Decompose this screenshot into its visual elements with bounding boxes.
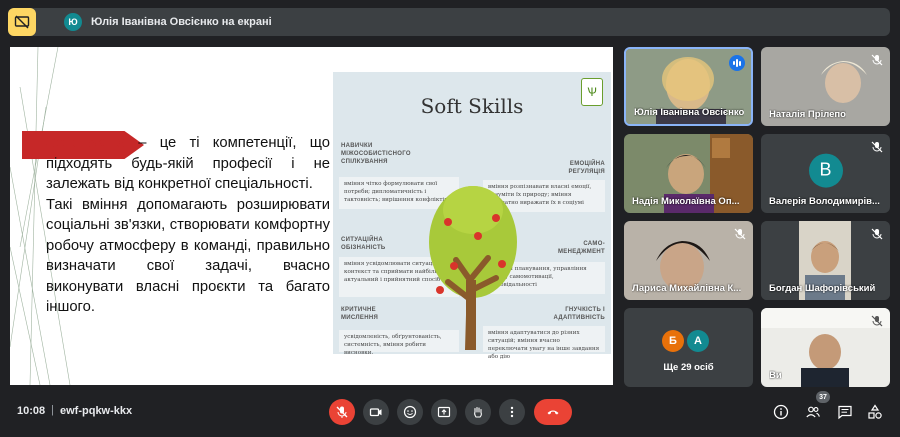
mic-off-icon	[871, 141, 883, 153]
activities-button[interactable]	[866, 403, 884, 421]
more-avatar-2: А	[687, 330, 709, 352]
presentation-bar: Ю Юлія Іванівна Овсієнко на екрані	[8, 8, 890, 36]
more-avatars: Б А	[662, 330, 712, 352]
section-head-5: Само-менеджмент	[557, 241, 605, 255]
camera-toggle-button[interactable]	[363, 399, 389, 425]
section-head-6: Гнучкість і адаптивність	[553, 307, 605, 321]
presenter-avatar: Ю	[64, 13, 82, 31]
participant-name: Валерія Володимирів...	[769, 196, 880, 207]
participant-tile-2[interactable]: Наталія Прілепо	[761, 47, 890, 126]
chat-icon	[838, 405, 852, 420]
raise-hand-button[interactable]	[465, 399, 491, 425]
more-participants-tile[interactable]: Б А Ще 29 осіб	[624, 308, 753, 387]
mic-off-icon	[734, 228, 746, 240]
self-tile[interactable]: Ви	[761, 308, 890, 387]
mic-off-icon	[871, 315, 883, 327]
mic-off-icon	[871, 54, 883, 66]
participant-tile-6[interactable]: Богдан Шафорівський	[761, 221, 890, 300]
infographic-title: Soft Skills	[420, 94, 524, 118]
mic-toggle-button[interactable]	[329, 399, 355, 425]
soft-skills-infographic: Ѱ Soft Skills Навички міжособистісного с…	[333, 72, 611, 360]
people-count-badge: 37	[816, 391, 830, 403]
present-screen-icon	[437, 406, 451, 418]
more-participants-label: Ще 29 осіб	[663, 362, 714, 373]
camera-icon	[369, 408, 382, 417]
more-options-button[interactable]	[499, 399, 525, 425]
more-avatar-1: Б	[662, 330, 684, 352]
participant-tile-3[interactable]: Надія Миколаївна Оп...	[624, 134, 753, 213]
meeting-details-button[interactable]	[772, 403, 790, 421]
chat-button[interactable]	[836, 403, 854, 421]
participant-tile-1[interactable]: Юлія Іванівна Овсієнко	[624, 47, 753, 126]
section-head-3: Критичне мислення	[341, 307, 379, 321]
presenter-label: Юлія Іванівна Овсієнко на екрані	[91, 16, 272, 28]
participant-name: Юлія Іванівна Овсієнко	[634, 107, 745, 118]
soft-skills-highlight: Soft skills	[46, 135, 126, 151]
separator: |	[51, 404, 54, 416]
participant-name: Богдан Шафорівський	[769, 283, 876, 294]
section-head-2: Ситуаційна обізнаність	[341, 237, 386, 251]
present-button[interactable]	[431, 399, 457, 425]
speaking-indicator	[729, 55, 745, 71]
people-button[interactable]	[804, 403, 822, 421]
people-icon	[806, 406, 820, 418]
presented-slide: Soft skills – це ті компетенції, що підх…	[10, 47, 613, 385]
leave-call-button[interactable]	[534, 399, 572, 425]
stop-presenting-icon[interactable]	[8, 8, 36, 36]
more-vert-icon	[510, 406, 514, 418]
participant-name: Наталія Прілепо	[769, 109, 846, 120]
participant-name: Надія Миколаївна Оп...	[632, 196, 740, 207]
activities-icon	[868, 404, 882, 419]
slide-paragraph-1: Soft skills – це ті компетенції, що підх…	[46, 133, 330, 195]
hand-icon	[474, 406, 482, 418]
participant-name: Лариса Михайлівна К...	[632, 283, 742, 294]
participant-tile-5[interactable]: Лариса Михайлівна К...	[624, 221, 753, 300]
section-head-1: Навички міжособистісного спілкування	[341, 143, 411, 165]
slide-paragraph-2: Такі вміння допомагають розширювати соці…	[46, 196, 330, 316]
info-icon	[773, 404, 789, 420]
participant-avatar: В	[808, 153, 843, 188]
mic-off-icon	[871, 228, 883, 240]
tree-illustration	[429, 186, 517, 350]
participant-name: Ви	[769, 370, 782, 381]
mic-off-icon	[336, 406, 348, 418]
reactions-button[interactable]	[397, 399, 423, 425]
emoji-icon	[403, 405, 417, 419]
meeting-code: ewf-pqkw-kkx	[60, 405, 133, 417]
section-head-4: Емоційна регуляція	[568, 161, 605, 175]
slide-body: Soft skills – це ті компетенції, що підх…	[46, 133, 330, 318]
clock: 10:08	[17, 405, 46, 417]
participant-tile-4[interactable]: В Валерія Володимирів...	[761, 134, 890, 213]
meet-window: Ю Юлія Іванівна Овсієнко на екрані Soft …	[0, 0, 900, 437]
hang-up-icon	[547, 410, 559, 415]
